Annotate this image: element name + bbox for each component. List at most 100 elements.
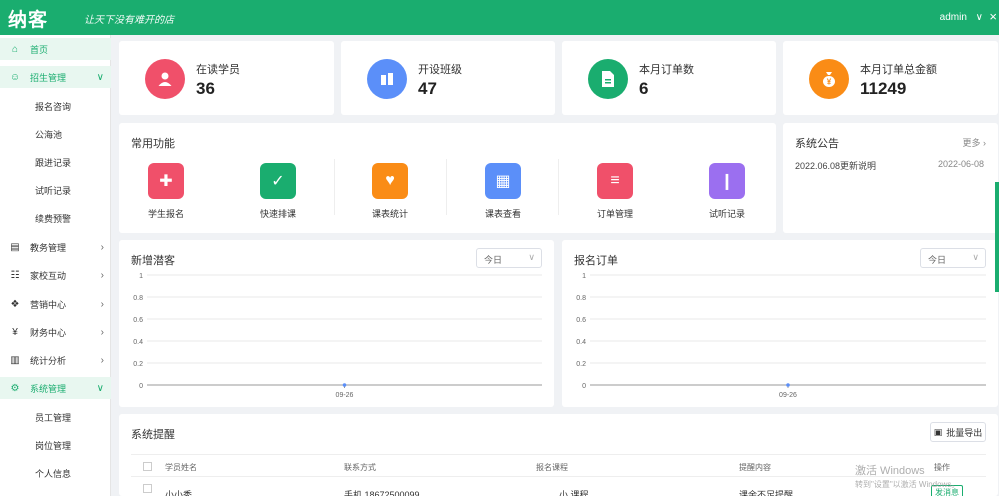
sidebar-subitem-renewal[interactable]: 续费预警 — [35, 212, 71, 225]
watermark-title: 激活 Windows — [855, 465, 925, 477]
stat-label: 本月订单总金额 — [860, 64, 937, 76]
building-icon — [367, 59, 407, 99]
sidebar-item-marketing[interactable]: ❖ 营销中心 › — [0, 293, 111, 315]
line-chart: 0 0.2 0.4 0.6 0.8 1 09-26 — [133, 273, 542, 399]
sidebar-item-academic[interactable]: ▤ 教务管理 › — [0, 236, 111, 258]
app-slogan: 让天下没有难开的店 — [84, 15, 174, 26]
user-icon: ☺ — [9, 71, 21, 83]
stat-card-students[interactable]: 在读学员 36 — [119, 41, 334, 115]
sidebar-item-enrollment[interactable]: ☺ 招生管理 ∨ — [0, 66, 111, 88]
stat-value: 11249 — [860, 79, 907, 98]
quick-schedule-button[interactable]: ✓ 快速排课 — [243, 163, 313, 220]
y-tick-label: 0.4 — [133, 339, 143, 346]
sidebar-subitem-profile[interactable]: 个人信息 — [35, 467, 71, 480]
stat-label: 开设班级 — [418, 64, 462, 76]
money-bag-icon: ¥ — [809, 59, 849, 99]
stat-value: 36 — [196, 79, 215, 98]
chevron-down-icon: ∨ — [96, 71, 104, 83]
medical-kit-icon: ✚ — [148, 163, 184, 199]
quick-label: 订单管理 — [596, 209, 633, 219]
stat-label: 本月订单数 — [639, 64, 694, 76]
sidebar-item-finance[interactable]: ¥ 财务中心 › — [0, 321, 111, 343]
cell-content: 课余不足提醒 — [739, 490, 794, 496]
quick-timetable-view-button[interactable]: ▦ 课表查看 — [468, 163, 538, 220]
more-link[interactable]: 更多 › — [963, 136, 987, 149]
open-book-icon: ❙ — [709, 163, 745, 199]
sidebar-item-home[interactable]: ⌂ 首页 — [0, 38, 111, 60]
sidebar-item-label: 营销中心 — [30, 299, 67, 310]
divider — [334, 159, 335, 215]
y-tick-label: 0.8 — [576, 295, 586, 302]
user-menu[interactable]: admin ∨ — [940, 12, 983, 23]
sidebar: ⌂ 首页 ☺ 招生管理 ∨ 报名咨询 公海池 跟进记录 试听记录 续费预警 ▤ … — [0, 35, 111, 496]
chevron-right-icon: › — [100, 241, 104, 253]
watermark-subtitle: 转到"设置"以激活 Windows。 — [855, 480, 960, 489]
sidebar-subitem-trial[interactable]: 试听记录 — [35, 184, 71, 197]
sidebar-subitem-staff[interactable]: 员工管理 — [35, 411, 71, 424]
sidebar-subitem-consult[interactable]: 报名咨询 — [35, 100, 71, 113]
svg-text:¥: ¥ — [827, 78, 832, 87]
student-icon — [145, 59, 185, 99]
y-tick-label: 0.8 — [133, 295, 143, 302]
divider — [558, 159, 559, 215]
notice-date: 2022-06-08 — [937, 159, 984, 169]
sidebar-item-system[interactable]: ⚙ 系统管理 ∨ — [0, 377, 111, 399]
sidebar-subitem-pool[interactable]: 公海池 — [35, 128, 62, 141]
y-tick-label: 0.6 — [133, 317, 143, 324]
gift-icon: ❖ — [10, 298, 20, 310]
orders-chart-panel: 报名订单 今日 ∨ 0 0.2 0.4 0.6 0.8 1 09-26 — [562, 240, 998, 407]
heart-book-icon: ♥ — [372, 163, 408, 199]
quick-label: 试听记录 — [708, 209, 745, 219]
stat-card-orders[interactable]: 本月订单数 6 — [562, 41, 776, 115]
quick-label: 学生报名 — [147, 209, 184, 219]
app-logo[interactable]: 纳客 — [8, 5, 48, 32]
sidebar-item-statistics[interactable]: ▥ 统计分析 › — [0, 349, 111, 371]
sidebar-item-label: 首页 — [30, 44, 49, 55]
user-name: admin — [939, 12, 967, 23]
column-header: 报名课程 — [536, 463, 568, 472]
clipboard-icon: ≡ — [597, 163, 633, 199]
chevron-right-icon: › — [100, 298, 104, 310]
cell-name: 小小秀 — [165, 490, 193, 496]
stat-card-amount[interactable]: ¥ 本月订单总金额 11249 — [783, 41, 998, 115]
calendar-icon: ▦ — [485, 163, 521, 199]
x-tick-label: 09-26 — [336, 392, 354, 399]
activation-watermark: 激活 Windows 转到"设置"以激活 Windows。 — [855, 462, 959, 490]
batch-export-button[interactable]: ▣ 批量导出 — [930, 422, 986, 442]
select-all-checkbox[interactable] — [143, 462, 152, 471]
home-icon: ⌂ — [11, 43, 19, 55]
y-tick-label: 0.6 — [576, 317, 586, 324]
notice-item[interactable]: 2022.06.08更新说明 2022-06-08 — [795, 159, 984, 172]
document-icon — [588, 59, 628, 99]
stat-card-classes[interactable]: 开设班级 47 — [341, 41, 555, 115]
quick-orders-button[interactable]: ≡ 订单管理 — [580, 163, 650, 220]
divider — [131, 454, 986, 455]
gear-icon: ⚙ — [10, 382, 20, 394]
panel-title: 系统公告 — [795, 138, 839, 150]
cell-phone: 手机 18672500099 — [344, 490, 420, 496]
row-checkbox[interactable] — [143, 484, 152, 493]
chat-icon: ☷ — [10, 269, 20, 281]
export-icon: ▣ — [933, 426, 943, 437]
divider — [446, 159, 447, 215]
column-header: 学员姓名 — [165, 463, 197, 472]
panel-title: 系统提醒 — [131, 429, 175, 441]
top-bar: 纳客 让天下没有难开的店 admin ∨ × — [0, 0, 999, 35]
sidebar-item-label: 系统管理 — [30, 383, 67, 394]
close-icon[interactable]: × — [989, 9, 997, 24]
sidebar-item-home-school[interactable]: ☷ 家校互动 › — [0, 264, 111, 286]
sidebar-subitem-followup[interactable]: 跟进记录 — [35, 156, 71, 169]
quick-enroll-button[interactable]: ✚ 学生报名 — [131, 163, 201, 220]
button-label: 批量导出 — [946, 427, 983, 438]
sidebar-subitem-position[interactable]: 岗位管理 — [35, 439, 71, 452]
quick-trial-button[interactable]: ❙ 试听记录 — [692, 163, 762, 220]
data-point — [786, 383, 790, 387]
quick-label: 课表统计 — [371, 209, 408, 219]
y-tick-label: 0.4 — [576, 339, 586, 346]
scrollbar-thumb[interactable] — [995, 182, 999, 292]
quick-timetable-stats-button[interactable]: ♥ 课表统计 — [355, 163, 425, 220]
stat-value: 47 — [418, 79, 437, 98]
money-icon: ¥ — [12, 326, 18, 338]
book-icon: ▤ — [10, 241, 20, 253]
column-header: 联系方式 — [344, 463, 376, 472]
